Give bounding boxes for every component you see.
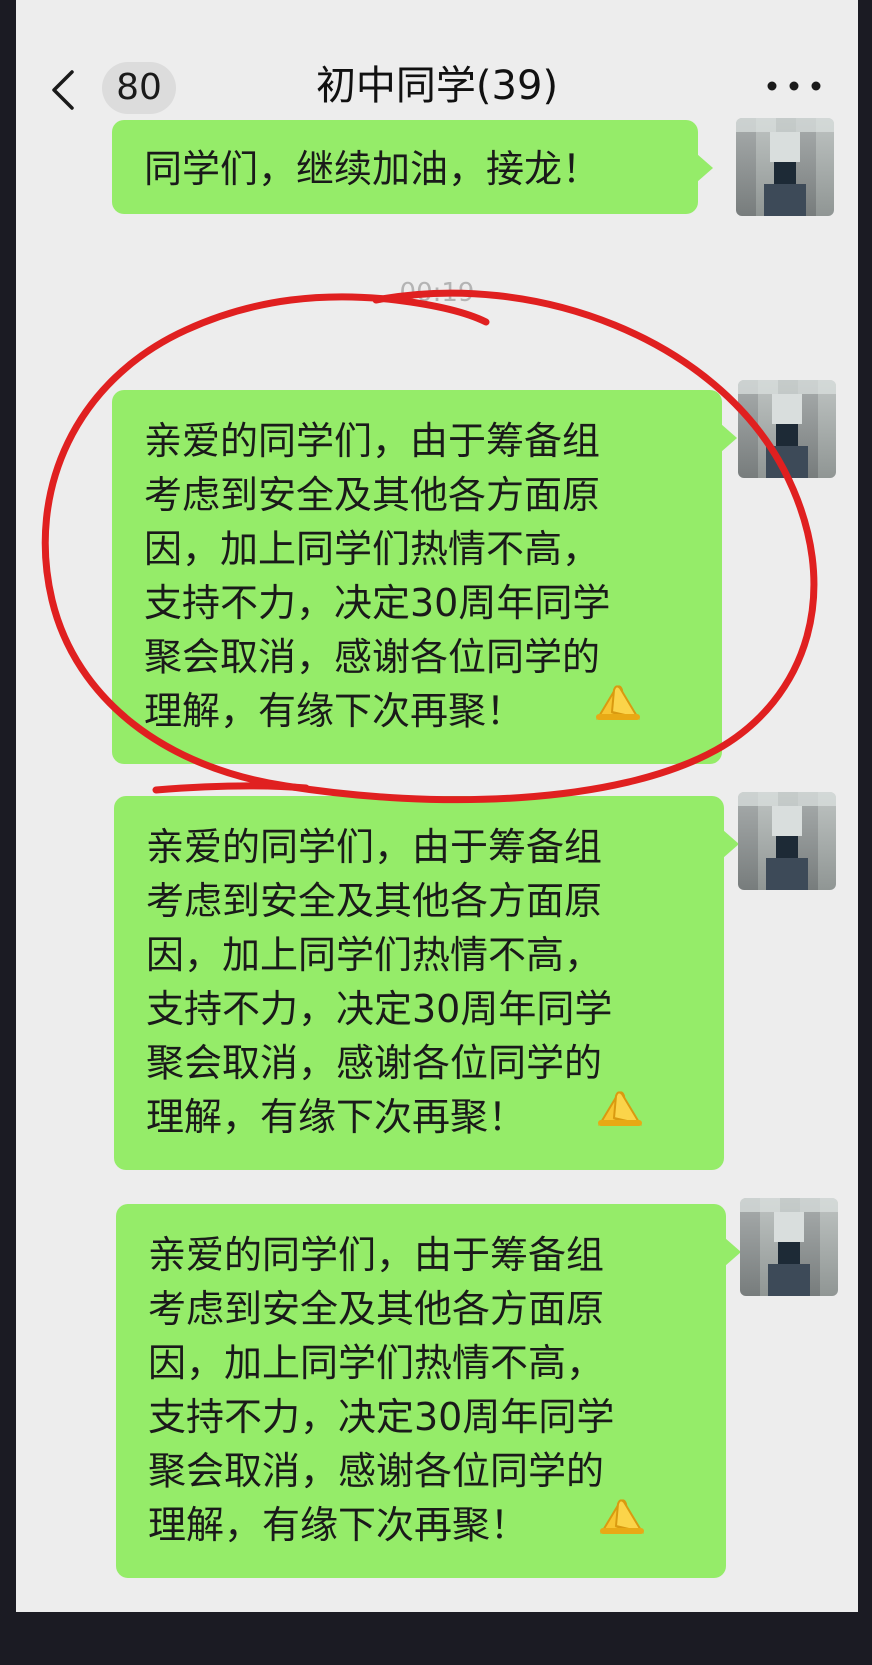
chat-screen: 80 初中同学(39) 同学们，继续加油，接龙！ 00:19 亲爱的同学们，由于…	[16, 0, 858, 1612]
message-timestamp: 00:19	[399, 278, 475, 308]
chat-title: 初中同学(39)	[315, 63, 559, 109]
message-bubble[interactable]: 亲爱的同学们，由于筹备组 考虑到安全及其他各方面原 因，加上同学们热情不高， 支…	[114, 796, 739, 1170]
message-bubble[interactable]: 同学们，继续加油，接龙！	[112, 120, 713, 214]
message-bubble[interactable]: 亲爱的同学们，由于筹备组 考虑到安全及其他各方面原 因，加上同学们热情不高， 支…	[112, 390, 737, 764]
ellipsis-icon	[767, 81, 821, 91]
folded-hands-icon	[598, 1496, 646, 1540]
more-options-button[interactable]	[762, 60, 826, 112]
sender-avatar[interactable]	[738, 792, 836, 890]
sender-avatar[interactable]	[738, 380, 836, 478]
sender-avatar[interactable]	[740, 1198, 838, 1296]
message-text: 同学们，继续加油，接龙！	[144, 147, 601, 191]
folded-hands-icon	[594, 682, 642, 726]
folded-hands-icon	[596, 1088, 644, 1132]
message-bubble[interactable]: 亲爱的同学们，由于筹备组 考虑到安全及其他各方面原 因，加上同学们热情不高， 支…	[116, 1204, 741, 1578]
sender-avatar[interactable]	[736, 118, 834, 216]
